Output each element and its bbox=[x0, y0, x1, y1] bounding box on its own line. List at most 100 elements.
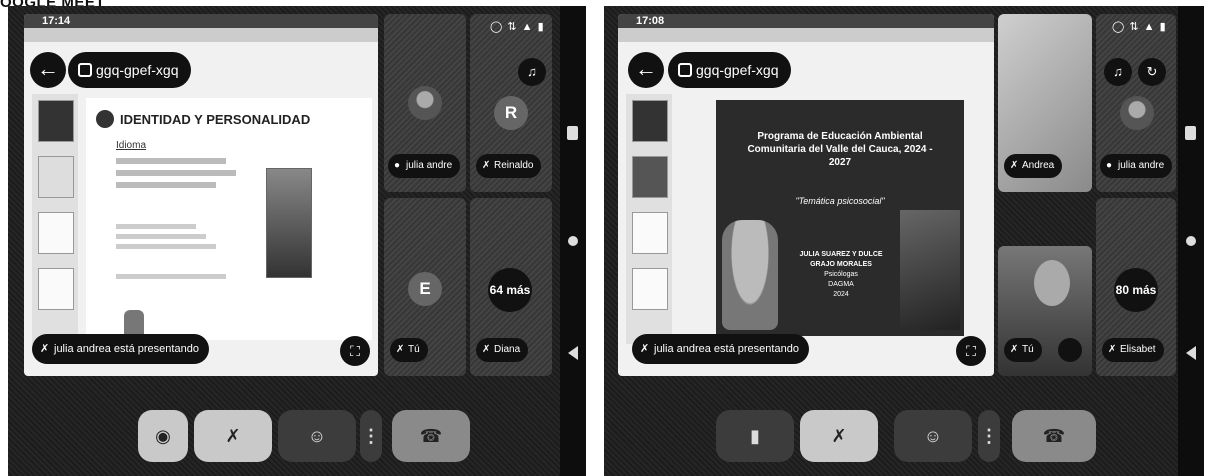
mic-off-icon: ✗ bbox=[482, 344, 491, 355]
presenting-text: julia andrea está presentando bbox=[654, 343, 799, 355]
slide-text-line bbox=[116, 234, 206, 239]
more-participants-count[interactable]: 80 más bbox=[1114, 268, 1158, 312]
switch-camera-icon[interactable]: ↻ bbox=[1138, 58, 1166, 86]
participant-name-pill: ● julia andre bbox=[1100, 154, 1173, 178]
slide-text-line bbox=[116, 170, 236, 176]
slide-thumbnail[interactable] bbox=[632, 100, 668, 142]
current-slide: IDENTIDAD Y PERSONALIDAD Idioma bbox=[86, 98, 372, 340]
browser-toolbar bbox=[24, 28, 378, 42]
speaker-icon: ● bbox=[394, 160, 401, 171]
current-slide: Programa de Educación Ambiental Comunita… bbox=[716, 100, 964, 336]
mic-off-icon: ✗ bbox=[1010, 344, 1019, 355]
participant-tile[interactable]: 64 más ✗ Diana bbox=[470, 198, 552, 376]
self-video-tile[interactable]: ✗ Tú bbox=[998, 246, 1092, 376]
slide-thumbnail[interactable] bbox=[38, 212, 74, 254]
participant-tile[interactable]: E ✗ Tú bbox=[384, 198, 466, 376]
slide-text-line bbox=[116, 274, 226, 279]
participant-name: Elisabet bbox=[1120, 344, 1156, 355]
slide-author: GRAJO MORALES bbox=[810, 261, 872, 268]
participant-tile[interactable]: ✗ Andrea bbox=[998, 14, 1092, 192]
more-options-icon[interactable]: ⋮ bbox=[360, 410, 382, 462]
back-arrow-icon[interactable]: ← bbox=[628, 52, 664, 88]
participant-tile[interactable]: ◯ ⇅ ▲ ▮ ♫ ↻ ● julia andre bbox=[1096, 14, 1176, 192]
android-nav-bar bbox=[560, 6, 586, 476]
participant-name-pill: ✗ Tú bbox=[390, 338, 428, 362]
mic-off-icon: ✗ bbox=[640, 343, 650, 355]
participant-tile[interactable]: ◯ ⇅ ▲ ▮ ♫ R ✗ Reinaldo bbox=[470, 14, 552, 192]
more-options-icon[interactable]: ⋮ bbox=[978, 410, 1000, 462]
participant-name: Reinaldo bbox=[494, 160, 534, 171]
meeting-code-pill[interactable]: ggq-gpef-xgq bbox=[68, 52, 191, 88]
mic-off-button[interactable]: ✗ bbox=[800, 410, 878, 462]
slide-thumbnail[interactable] bbox=[38, 156, 74, 198]
calendar-icon bbox=[678, 63, 692, 77]
fullscreen-icon[interactable]: ⛶ bbox=[340, 336, 370, 366]
system-status-icons: ◯ ⇅ ▲ ▮ bbox=[1112, 21, 1167, 33]
participant-name-pill: ✗ Diana bbox=[476, 338, 529, 362]
back-arrow-icon[interactable]: ← bbox=[30, 52, 66, 88]
slide-thumbnails bbox=[32, 94, 78, 344]
speaker-icon: ♫ bbox=[1104, 58, 1132, 86]
slide-thumbnail[interactable] bbox=[632, 268, 668, 310]
camera-off-button[interactable]: ◉ bbox=[138, 410, 188, 462]
fullscreen-icon[interactable]: ⛶ bbox=[956, 336, 986, 366]
camera-button[interactable]: ▮ bbox=[716, 410, 794, 462]
mic-off-button[interactable]: ✗ bbox=[194, 410, 272, 462]
participant-name: julia andre bbox=[1118, 160, 1165, 171]
speaker-icon: ♫ bbox=[518, 58, 546, 86]
status-time: 17:08 bbox=[636, 15, 665, 27]
emoji-reaction-button[interactable]: ☺ bbox=[278, 410, 356, 462]
participant-name-pill: ✗ Elisabet bbox=[1102, 338, 1164, 362]
emoji-reaction-button[interactable]: ☺ bbox=[894, 410, 972, 462]
slide-author: JULIA SUAREZ Y DULCE bbox=[799, 251, 883, 258]
slide-thumbnail[interactable] bbox=[38, 268, 74, 310]
home-icon[interactable] bbox=[1186, 236, 1196, 246]
slide-text-line bbox=[116, 182, 216, 188]
mic-off-icon: ✗ bbox=[482, 160, 491, 171]
browser-toolbar bbox=[618, 28, 994, 42]
mic-off-icon: ✗ bbox=[1010, 160, 1019, 171]
leave-call-button[interactable]: ☎ bbox=[392, 410, 470, 462]
slide-subtitle: "Temática psicosocial" bbox=[795, 196, 885, 206]
mascot-image bbox=[722, 220, 778, 330]
meeting-code-pill[interactable]: ggq-gpef-xgq bbox=[668, 52, 791, 88]
avatar bbox=[1120, 96, 1154, 130]
participant-tile[interactable]: 80 más ✗ Elisabet bbox=[1096, 198, 1176, 376]
participant-name: Diana bbox=[494, 344, 521, 355]
participant-name-pill: ✗ Tú bbox=[1004, 338, 1042, 362]
nav-back-icon[interactable] bbox=[568, 346, 578, 360]
self-video-face bbox=[1034, 260, 1070, 306]
phone-right: 17:08 Programa de Educación Ambiental Co… bbox=[604, 6, 1204, 476]
meeting-code: ggq-gpef-xgq bbox=[696, 62, 779, 78]
mic-off-icon: ✗ bbox=[396, 344, 405, 355]
self-video-options-icon[interactable] bbox=[1058, 338, 1082, 362]
slide-role: Psicólogas bbox=[824, 271, 858, 278]
avatar: R bbox=[494, 96, 528, 130]
slide-text-line bbox=[116, 158, 226, 164]
screenshot-root: OOGLE MEET 17:14 IDENTIDAD Y PERSONALIDA… bbox=[0, 0, 1208, 476]
home-icon[interactable] bbox=[568, 236, 578, 246]
presenting-banner: ✗ julia andrea está presentando bbox=[32, 334, 209, 364]
avatar bbox=[408, 86, 442, 120]
participant-name: Tú bbox=[408, 344, 420, 355]
participant-tile[interactable]: ● julia andre bbox=[384, 14, 466, 192]
meeting-code: ggq-gpef-xgq bbox=[96, 62, 179, 78]
calendar-icon bbox=[78, 63, 92, 77]
leave-call-button[interactable]: ☎ bbox=[1012, 410, 1096, 462]
participant-name: julia andre bbox=[406, 160, 453, 171]
slide-number-badge bbox=[96, 110, 114, 128]
nav-back-icon[interactable] bbox=[1186, 346, 1196, 360]
plant-image bbox=[900, 210, 960, 330]
status-time: 17:14 bbox=[42, 15, 71, 27]
slide-thumbnail[interactable] bbox=[632, 156, 668, 198]
recents-icon[interactable] bbox=[1185, 126, 1196, 140]
mic-off-icon: ✗ bbox=[40, 343, 50, 355]
recents-icon[interactable] bbox=[567, 126, 578, 140]
slide-title: IDENTIDAD Y PERSONALIDAD bbox=[120, 112, 311, 127]
slide-text-line bbox=[116, 244, 216, 249]
participant-name-pill: ✗ Andrea bbox=[1004, 154, 1063, 178]
slide-thumbnail[interactable] bbox=[38, 100, 74, 142]
more-participants-count[interactable]: 64 más bbox=[488, 268, 532, 312]
speaker-icon: ● bbox=[1106, 160, 1113, 171]
slide-thumbnail[interactable] bbox=[632, 212, 668, 254]
